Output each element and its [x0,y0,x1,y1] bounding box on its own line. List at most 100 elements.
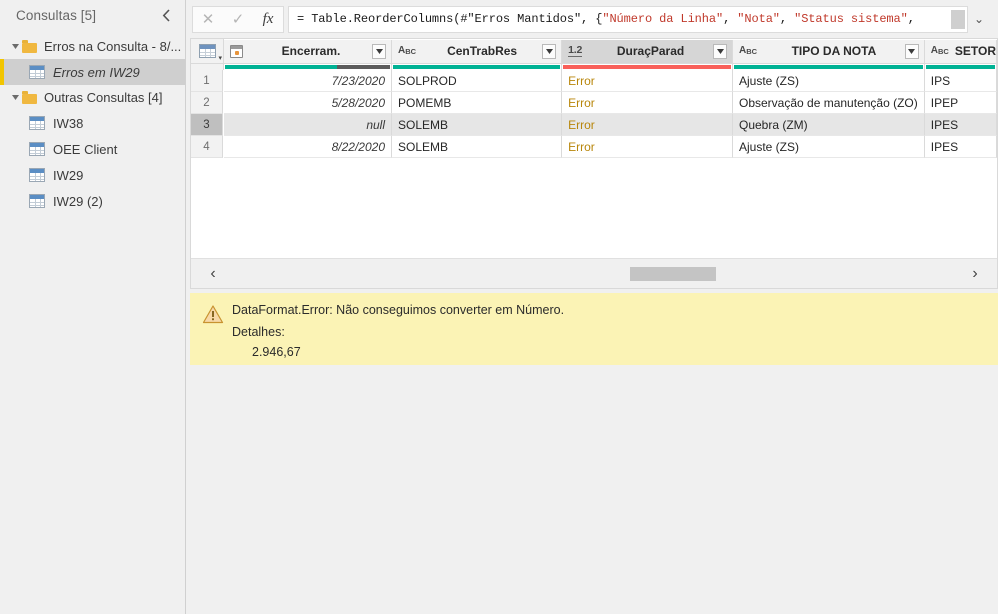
row-header[interactable]: 2 [191,92,224,114]
table-icon [29,194,45,208]
table-cell[interactable]: 7/23/2020 [224,70,392,92]
table-body: 1 7/23/2020 SOLPROD Error Ajuste (ZS) IPS 2 5/2… [191,70,997,158]
column-header-encerram[interactable]: Encerram. [224,39,392,64]
scroll-left-arrow-icon[interactable]: ‹ [191,259,235,289]
table-cell[interactable]: IPES [924,136,997,158]
table-header-row: ▾ Encerram. ABC CenTrabRes 1.2 DuraçPara… [191,39,997,64]
table-cell[interactable]: SOLPROD [392,70,563,92]
sidebar-item-erros-em-iw29[interactable]: Erros em IW29 [0,59,185,85]
table-cell[interactable]: Quebra (ZM) [733,114,925,136]
table-row[interactable]: 3 null SOLEMB Error Quebra (ZM) IPES [191,114,997,136]
table-cell[interactable]: Error [562,114,733,136]
column-filter-button[interactable] [372,43,386,59]
sidebar-item-label: Erros em IW29 [53,64,140,80]
text-type-icon[interactable]: ABC [398,46,416,56]
query-group-label: Outras Consultas [4] [44,90,163,105]
chevron-down-icon[interactable]: ⌄ [968,7,990,32]
text-type-icon[interactable]: ABC [931,46,949,56]
query-tree: Erros na Consulta - 8/... Erros em IW29 [0,30,185,214]
query-group-header-errors[interactable]: Erros na Consulta - 8/... [0,34,185,59]
folder-icon [22,91,37,104]
query-group-header-outras[interactable]: Outras Consultas [4] [0,85,185,110]
error-message: DataFormat.Error: Não conseguimos conver… [232,303,565,317]
sidebar-item-oee-client[interactable]: OEE Client [0,136,185,162]
table-cell[interactable]: null [224,114,392,136]
table-row[interactable]: 4 8/22/2020 SOLEMB Error Ajuste (ZS) IPES [191,136,997,158]
column-header-setor[interactable]: ABC SETOR [924,39,997,64]
table-cell[interactable]: 5/28/2020 [224,92,392,114]
expand-triangle-icon[interactable] [8,40,22,54]
row-header[interactable]: 1 [191,70,224,92]
column-header-centrabres[interactable]: ABC CenTrabRes [392,39,563,64]
error-details-label: Detalhes: [232,325,285,339]
formula-sep-1: , [779,12,795,26]
expand-triangle-icon[interactable] [8,91,22,105]
formula-scroll-thumb[interactable] [951,9,965,29]
error-text-block: DataFormat.Error: Não conseguimos conver… [224,303,998,365]
table-cell[interactable]: Error [562,92,733,114]
horizontal-scrollbar[interactable]: ‹ › [191,258,997,288]
scroll-right-arrow-icon[interactable]: › [953,259,997,289]
accept-formula-button[interactable]: ✓ [223,7,253,32]
formula-string-1: "Nota" [737,12,780,26]
selection-indicator [0,59,4,85]
scrollbar-thumb[interactable] [629,266,717,281]
preview-table: ▾ Encerram. ABC CenTrabRes 1.2 DuraçPara… [191,39,997,158]
sidebar-item-label: OEE Client [53,141,118,157]
quality-encerram [224,64,392,70]
formula-input[interactable]: = Table.ReorderColumns(#"Erros Mantidos"… [289,12,951,26]
chevron-left-icon[interactable] [157,6,175,24]
table-cell[interactable]: Error [562,136,733,158]
formula-input-wrap[interactable]: = Table.ReorderColumns(#"Erros Mantidos"… [288,5,968,33]
table-cell[interactable]: Ajuste (ZS) [733,70,925,92]
sidebar-item-label: IW29 (2) [53,193,103,209]
column-filter-button[interactable] [904,43,919,59]
table-cell[interactable]: Observação de manutenção (ZO) [733,92,925,114]
formula-string-2: "Status sistema" [794,12,908,26]
formula-bar: ✕ ✓ fx = Table.ReorderColumns(#"Erros Ma… [186,0,998,38]
column-header-label: SETOR [954,44,996,58]
sidebar-item-iw38[interactable]: IW38 [0,110,185,136]
date-type-icon[interactable] [230,44,243,58]
column-filter-button[interactable] [713,43,727,59]
table-cell[interactable]: SOLEMB [392,114,563,136]
formula-bar-buttons: ✕ ✓ fx [192,5,284,33]
data-preview-grid: ▾ Encerram. ABC CenTrabRes 1.2 DuraçPara… [190,38,998,289]
row-header[interactable]: 3 [191,114,224,136]
column-header-label: CenTrabRes [447,44,518,58]
table-cell[interactable]: 8/22/2020 [224,136,392,158]
table-row[interactable]: 2 5/28/2020 POMEMB Error Observação de manut… [191,92,997,114]
row-header[interactable]: 4 [191,136,224,158]
table-select-all-icon [198,44,216,58]
table-row[interactable]: 1 7/23/2020 SOLPROD Error Ajuste (ZS) IPS [191,70,997,92]
scrollbar-track[interactable] [235,259,953,289]
column-header-duracparad[interactable]: 1.2 DuraçParad [562,39,733,64]
chevron-down-icon[interactable]: ▾ [218,55,222,62]
fx-icon[interactable]: fx [253,7,283,32]
table-cell[interactable]: POMEMB [392,92,563,114]
formula-string-0: "Número da Linha" [602,12,724,26]
quality-setor [924,64,997,70]
table-icon [29,142,45,156]
sidebar-header: Consultas [5] [0,0,185,30]
sidebar-item-iw29-2[interactable]: IW29 (2) [0,188,185,214]
table-cell[interactable]: Error [562,70,733,92]
table-cell[interactable]: Ajuste (ZS) [733,136,925,158]
grid-scroll-region: ▾ Encerram. ABC CenTrabRes 1.2 DuraçPara… [191,39,997,258]
column-header-tipo-da-nota[interactable]: ABC TIPO DA NOTA [733,39,925,64]
error-details-value: 2.946,67 [252,345,301,359]
cancel-formula-button[interactable]: ✕ [193,7,223,32]
table-cell[interactable]: IPS [924,70,997,92]
quality-centrabres [392,64,563,70]
column-filter-button[interactable] [542,43,557,59]
quality-corner [191,64,224,70]
select-all-corner[interactable]: ▾ [191,39,224,64]
table-cell[interactable]: SOLEMB [392,136,563,158]
table-cell[interactable]: IPEP [924,92,997,114]
formula-prefix: = Table.ReorderColumns(#"Erros Mantidos"… [297,12,603,26]
decimal-type-icon[interactable]: 1.2 [568,45,582,58]
sidebar-item-iw29[interactable]: IW29 [0,162,185,188]
column-header-label: DuraçParad [616,44,685,58]
table-cell[interactable]: IPES [924,114,997,136]
text-type-icon[interactable]: ABC [739,46,757,56]
